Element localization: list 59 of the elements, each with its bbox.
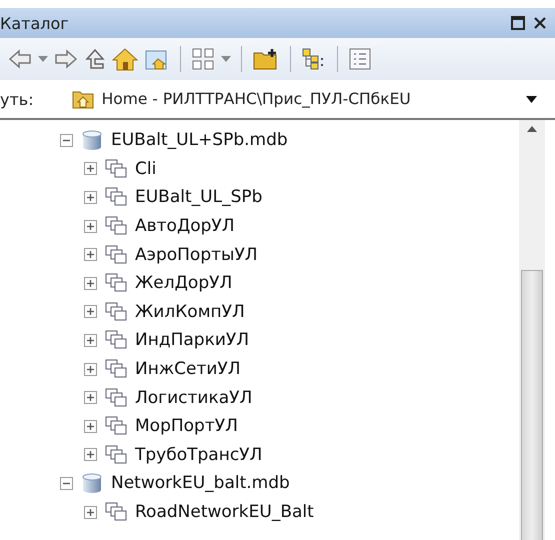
feature-dataset-icon xyxy=(105,388,127,408)
expand-icon[interactable] xyxy=(84,448,97,462)
home-icon[interactable] xyxy=(112,47,138,71)
tree-item-label[interactable]: АэроПортыУЛ xyxy=(135,244,258,265)
up-arrow-icon[interactable] xyxy=(84,48,106,70)
folder-home-icon xyxy=(72,89,94,109)
expand-icon[interactable] xyxy=(84,420,97,433)
dropdown-caret-icon[interactable] xyxy=(38,55,48,63)
database-icon xyxy=(81,472,103,494)
expand-icon[interactable] xyxy=(84,190,97,204)
forward-arrow-icon[interactable] xyxy=(54,48,78,70)
tree-item-label[interactable]: EUBalt_UL+SPb.mdb xyxy=(111,130,288,150)
tree-item-label[interactable]: NetworkEU_balt.mdb xyxy=(111,473,290,494)
collapse-icon[interactable] xyxy=(60,134,73,147)
feature-dataset-icon xyxy=(105,273,127,294)
details-list-icon[interactable] xyxy=(348,47,372,71)
tree-item-label[interactable]: АвтоДорУЛ xyxy=(135,216,235,236)
feature-dataset-icon xyxy=(105,330,127,350)
scrollbar[interactable] xyxy=(519,120,545,540)
tree-item-label[interactable]: Cli xyxy=(135,158,156,179)
tree-item-label[interactable]: ЖелДорУЛ xyxy=(135,273,232,294)
tree-item-label[interactable]: ИндПаркиУЛ xyxy=(135,330,250,350)
expand-icon[interactable] xyxy=(84,305,97,318)
expand-icon[interactable] xyxy=(84,391,97,404)
feature-dataset-icon xyxy=(105,244,127,265)
expand-icon[interactable] xyxy=(84,248,97,262)
expand-icon[interactable] xyxy=(84,506,97,519)
expand-icon[interactable] xyxy=(84,220,97,233)
scroll-up-icon[interactable] xyxy=(527,126,537,132)
feature-dataset-icon xyxy=(105,359,127,380)
feature-dataset-icon xyxy=(105,444,127,465)
panel-title: Каталог xyxy=(0,14,69,32)
tree-item-label[interactable]: RoadNetworkEU_Balt xyxy=(135,502,314,522)
grid-view-icon[interactable] xyxy=(191,47,215,71)
dropdown-caret-icon[interactable] xyxy=(221,55,231,63)
expand-icon[interactable] xyxy=(84,162,97,176)
expand-icon[interactable] xyxy=(84,362,97,376)
feature-dataset-icon xyxy=(105,502,127,522)
maximize-icon[interactable] xyxy=(511,16,525,30)
tree-item-label[interactable]: ЛогистикаУЛ xyxy=(135,388,252,408)
feature-dataset-icon xyxy=(105,302,127,322)
database-icon xyxy=(81,129,103,152)
close-icon[interactable] xyxy=(533,16,547,30)
caret-icon xyxy=(526,96,537,102)
tree-item-label[interactable]: ТрубоТрансУЛ xyxy=(135,444,262,465)
collapse-icon[interactable] xyxy=(60,476,73,490)
feature-dataset-icon xyxy=(105,187,127,208)
expand-icon[interactable] xyxy=(84,276,97,290)
scrollbar-thumb[interactable] xyxy=(521,270,543,540)
tree-item-label[interactable]: МорПортУЛ xyxy=(135,416,238,436)
feature-dataset-icon xyxy=(105,416,127,436)
feature-dataset-icon xyxy=(105,158,127,179)
path-label: уть: xyxy=(0,90,34,108)
tree-item-label[interactable]: ЖилКомпУЛ xyxy=(135,302,245,322)
tree-item-label[interactable]: EUBalt_UL_SPb xyxy=(135,187,262,208)
expand-icon[interactable] xyxy=(84,334,97,347)
back-arrow-icon[interactable] xyxy=(8,48,32,70)
feature-dataset-icon xyxy=(105,216,127,236)
tree-item-label[interactable]: ИнжСетиУЛ xyxy=(135,359,241,380)
